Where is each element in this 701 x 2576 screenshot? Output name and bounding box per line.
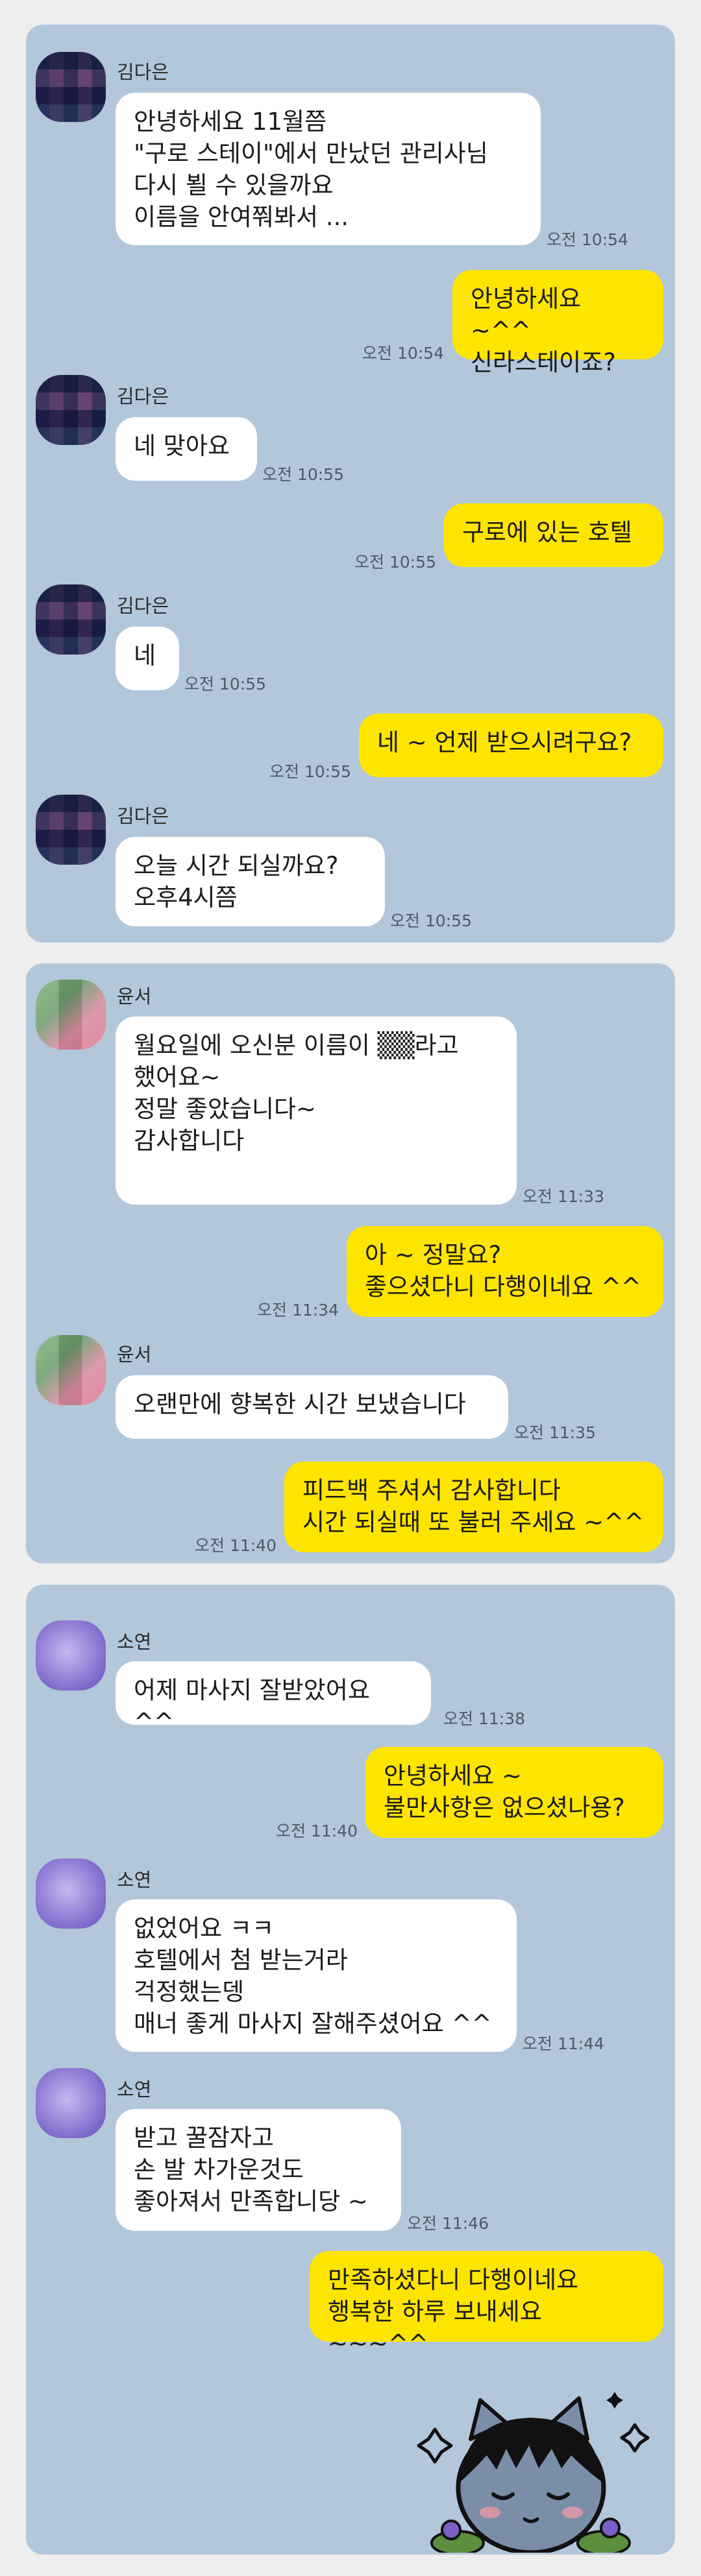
message-bubble-incoming[interactable]: 네 <box>116 627 179 690</box>
message-bubble-incoming[interactable]: 오랜만에 향복한 시간 보냈습니다 <box>116 1375 508 1439</box>
message-bubble-incoming[interactable]: 안녕하세요 11월쯤 "구로 스테이"에서 만났던 관리사님 다시 뵐 수 있을… <box>116 93 541 245</box>
message-time: 오전 10:55 <box>354 553 436 572</box>
message-bubble-outgoing[interactable]: 구로에 있는 호텔 <box>444 503 663 567</box>
message-bubble-outgoing[interactable]: 피드백 주셔서 감사합니다 시간 되실때 또 불러 주세요 ~^^ <box>284 1462 663 1552</box>
message-bubble-outgoing[interactable]: 네 ~ 언제 받으시려구요? <box>359 714 663 777</box>
message-time: 오전 10:55 <box>269 762 351 781</box>
avatar[interactable] <box>36 1859 106 1929</box>
sender-name: 소연 <box>117 1869 152 1891</box>
message-time: 오전 11:38 <box>443 1709 525 1728</box>
avatar[interactable] <box>36 584 106 655</box>
message-time: 오전 10:54 <box>547 230 628 249</box>
chat-panel-3: 소연 어제 마사지 잘받았어요 ^^ 오전 11:38 안녕하세요 ~ 불만사항… <box>26 1585 675 2555</box>
sender-name: 김다은 <box>117 61 169 83</box>
avatar[interactable] <box>36 375 106 445</box>
message-bubble-outgoing[interactable]: 아 ~ 정말요? 좋으셨다니 다행이네요 ^^ <box>347 1226 663 1317</box>
message-time: 오전 11:35 <box>514 1423 596 1442</box>
sender-name: 소연 <box>117 1631 152 1653</box>
message-bubble-outgoing[interactable]: 안녕하세요 ~^^ 신라스테이죠? <box>452 270 663 376</box>
character-sticker-icon <box>417 2392 650 2553</box>
avatar[interactable] <box>36 1620 106 1691</box>
message-time: 오전 10:55 <box>184 675 266 693</box>
message-time: 오전 10:55 <box>390 911 472 930</box>
message-bubble-incoming[interactable]: 없었어요 ㅋㅋ 호텔에서 첨 받는거라 걱정했는뎅 매너 좋게 마사지 잘해주셨… <box>116 1899 517 2052</box>
message-bubble-incoming[interactable]: 받고 꿀잠자고 손 발 차가운것도 좋아져서 만족합니당 ~ <box>116 2109 401 2231</box>
chat-panel-2: 윤서 월요일에 오신분 이름이 ▒▒라고 했어요~ 정말 좋았습니다~ 감사합니… <box>26 963 675 1563</box>
message-bubble-incoming[interactable]: 오늘 시간 되실까요? 오후4시쯤 <box>116 837 385 926</box>
message-time: 오전 10:54 <box>362 344 444 363</box>
sender-name: 윤서 <box>117 1343 152 1366</box>
message-time: 오전 11:44 <box>523 2034 604 2053</box>
sender-name: 김다은 <box>117 385 169 407</box>
message-time: 오전 10:55 <box>262 465 344 484</box>
avatar[interactable] <box>36 980 106 1050</box>
message-bubble-outgoing[interactable]: 만족하셨다니 다행이네요 행복한 하루 보내세요 ~~~^^ <box>310 2251 663 2357</box>
chat-panel-1: 김다은 안녕하세요 11월쯤 "구로 스테이"에서 만났던 관리사님 다시 뵐 … <box>26 25 675 943</box>
message-bubble-outgoing[interactable]: 안녕하세요 ~ 불만사항은 없으셨나용? <box>365 1747 663 1838</box>
message-bubble-incoming[interactable]: 어제 마사지 잘받았어요 ^^ <box>116 1661 431 1736</box>
avatar[interactable] <box>36 52 106 122</box>
sender-name: 소연 <box>117 2078 152 2101</box>
sender-name: 윤서 <box>117 985 152 1007</box>
sender-name: 김다은 <box>117 595 169 617</box>
message-time: 오전 11:33 <box>523 1187 604 1206</box>
message-time: 오전 11:46 <box>407 2214 489 2233</box>
avatar[interactable] <box>36 2068 106 2138</box>
message-bubble-incoming[interactable]: 월요일에 오신분 이름이 ▒▒라고 했어요~ 정말 좋았습니다~ 감사합니다 <box>116 1017 517 1205</box>
avatar[interactable] <box>36 795 106 865</box>
avatar[interactable] <box>36 1335 106 1405</box>
sender-name: 김다은 <box>117 805 169 827</box>
message-time: 오전 11:40 <box>195 1536 277 1555</box>
message-bubble-incoming[interactable]: 네 맞아요 <box>116 417 257 481</box>
message-time: 오전 11:40 <box>276 1822 358 1840</box>
message-time: 오전 11:34 <box>257 1301 339 1319</box>
